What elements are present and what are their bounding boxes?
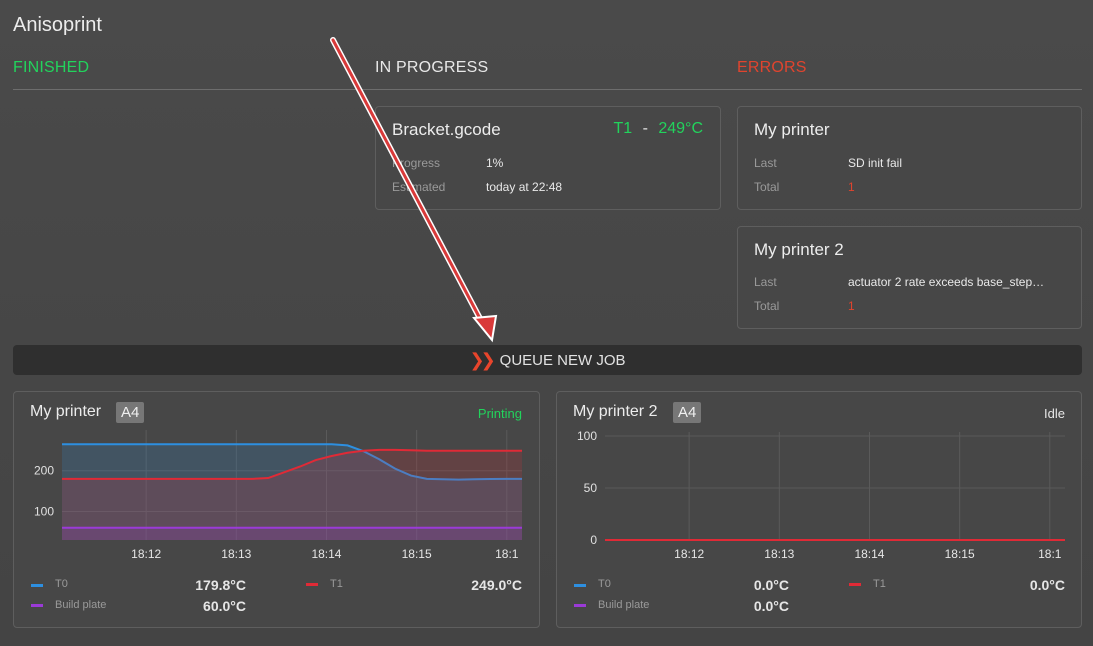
y-tick-label: 50 xyxy=(584,481,598,495)
legend-value-t0: 0.0°C xyxy=(753,577,789,593)
job-estimated-label: Estimated xyxy=(392,180,446,194)
series-area-build-plate xyxy=(62,527,522,540)
job-progress-value: 1% xyxy=(486,156,504,170)
legend-value-t0: 179.8°C xyxy=(195,577,246,593)
y-tick-label: 100 xyxy=(34,504,54,518)
x-tick-label: 18:15 xyxy=(945,547,975,561)
printer-status: Printing xyxy=(477,406,522,421)
y-tick-label: 0 xyxy=(590,533,597,547)
x-tick-label: 18:13 xyxy=(221,547,251,561)
legend-swatch-t1 xyxy=(306,583,318,586)
legend-label-t1: T1 xyxy=(330,578,343,590)
error-last-label: Last xyxy=(754,275,777,289)
app-title: Anisoprint xyxy=(13,14,102,36)
error-total-label: Total xyxy=(754,299,780,313)
errors-column-header: ERRORS xyxy=(737,59,807,76)
x-tick-label: 18:14 xyxy=(311,547,341,561)
in-progress-column-header: IN PROGRESS xyxy=(375,59,489,76)
x-tick-label: 18:14 xyxy=(854,547,884,561)
legend-label-t0: T0 xyxy=(598,578,611,590)
printer-status: Idle xyxy=(1044,406,1065,421)
legend-value-t1: 0.0°C xyxy=(1029,577,1065,593)
queue-new-job-button[interactable]: ❯❯ QUEUE NEW JOB xyxy=(13,345,1082,375)
legend-label-t0: T0 xyxy=(55,578,68,590)
x-tick-label: 18:12 xyxy=(674,547,704,561)
error-last-label: Last xyxy=(754,156,777,170)
legend-swatch-build-plate xyxy=(31,604,43,607)
printer-panel[interactable]: My printer 2 A4 Idle 100 50 0 18:12 18:13 18:… xyxy=(556,391,1082,628)
error-last-value: SD init fail xyxy=(848,156,903,170)
x-tick-label: 18:1 xyxy=(1038,547,1062,561)
finished-column-header: FINISHED xyxy=(13,59,90,76)
job-temp: 249°C xyxy=(658,120,703,137)
legend-label-build-plate: Build plate xyxy=(55,599,107,611)
x-tick-label: 18:12 xyxy=(131,547,161,561)
error-total-value: 1 xyxy=(848,299,855,313)
legend-swatch-t0 xyxy=(31,584,43,587)
arrow-head xyxy=(472,314,498,343)
job-estimated-value: today at 22:48 xyxy=(486,180,563,194)
temperature-chart: 100 50 0 18:12 18:13 18:14 18:15 18:1 xyxy=(577,429,1065,561)
error-printer-name: My printer 2 xyxy=(754,240,844,259)
error-printer-name: My printer xyxy=(754,120,830,139)
job-tool: T1 xyxy=(613,120,633,137)
job-card[interactable]: Bracket.gcode T1 - 249°C Progress 1% Est… xyxy=(375,106,721,210)
legend-swatch-t0 xyxy=(574,584,586,587)
legend-value-build-plate: 0.0°C xyxy=(753,598,789,614)
y-tick-label: 200 xyxy=(34,464,54,478)
job-file-name: Bracket.gcode xyxy=(392,120,501,139)
legend-label-build-plate: Build plate xyxy=(598,599,650,611)
header-divider xyxy=(13,89,1082,90)
legend-value-build-plate: 60.0°C xyxy=(203,598,246,614)
x-tick-label: 18:1 xyxy=(495,547,519,561)
error-card[interactable]: My printer Last SD init fail Total 1 xyxy=(737,106,1082,210)
y-tick-label: 100 xyxy=(577,429,597,443)
error-last-value: actuator 2 rate exceeds base_step… xyxy=(848,275,1045,289)
legend-swatch-build-plate xyxy=(574,604,586,607)
job-tool-temp: T1 - 249°C xyxy=(613,120,703,138)
temperature-chart: 200 100 18:12 18:13 18:14 18:15 18:1 xyxy=(34,430,522,561)
queue-new-job-label: QUEUE NEW JOB xyxy=(499,351,626,369)
job-separator: - xyxy=(642,120,648,137)
printer-size-badge: A4 xyxy=(116,402,145,423)
double-chevron-right-icon: ❯❯ xyxy=(469,349,495,370)
job-progress-label: Progress xyxy=(392,156,441,170)
error-card[interactable]: My printer 2 Last actuator 2 rate exceed… xyxy=(737,226,1082,329)
x-tick-label: 18:15 xyxy=(402,547,432,561)
printer-size-badge: A4 xyxy=(673,402,702,423)
printer-panel[interactable]: My printer A4 Printing 200 100 18:12 18:13 1… xyxy=(13,391,540,628)
x-tick-label: 18:13 xyxy=(764,547,794,561)
error-total-label: Total xyxy=(754,180,780,194)
legend-value-t1: 249.0°C xyxy=(471,577,522,593)
legend-swatch-t1 xyxy=(849,583,861,586)
printer-name: My printer 2 xyxy=(573,403,658,420)
error-total-value: 1 xyxy=(848,180,855,194)
legend-label-t1: T1 xyxy=(873,578,886,590)
printer-name: My printer xyxy=(30,403,102,420)
